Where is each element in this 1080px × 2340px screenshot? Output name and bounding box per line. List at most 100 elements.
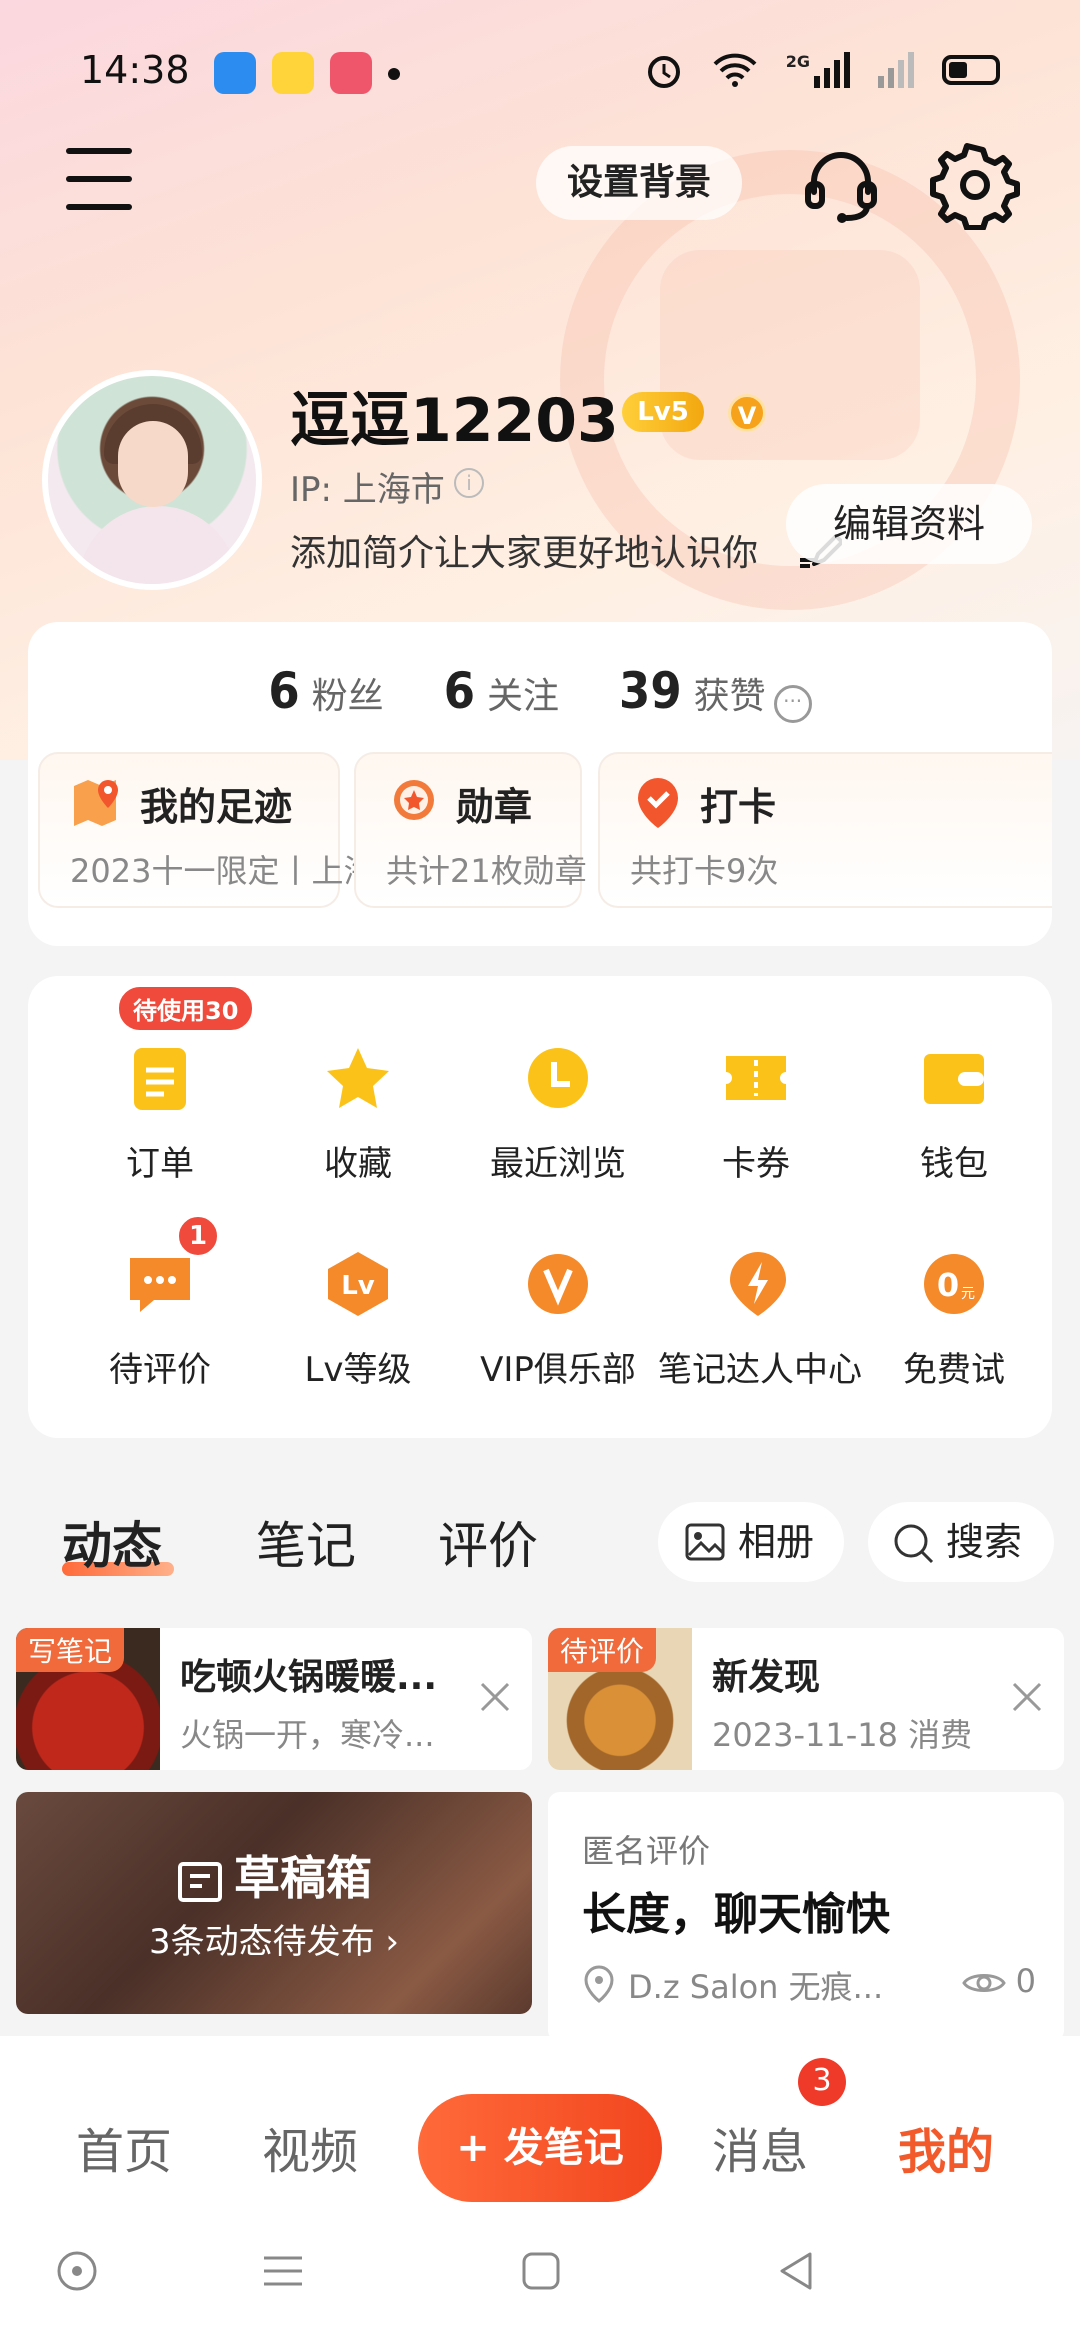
vip-club-item[interactable]: VIP俱乐部 [458,1248,658,1391]
favorites-item[interactable]: 收藏 [258,1042,458,1185]
nav-home[interactable]: 首页 [76,2112,172,2182]
level-label: Lv等级 [304,1350,412,1390]
map-pin-icon [74,780,118,826]
svg-text:元: 元 [961,1286,975,1302]
review-views: 0 [961,1962,1036,2000]
vip-badge[interactable]: V [728,394,766,432]
browser-app-icon [214,52,256,94]
messages-badge: 3 [798,2058,846,2106]
likes-stat[interactable]: 39 获赞 ··· [619,662,812,723]
wallet-item[interactable]: 钱包 [854,1042,1054,1185]
free-trial-item[interactable]: 0元 免费试 [854,1248,1054,1391]
svg-text:0: 0 [937,1266,959,1304]
recent-item[interactable]: 最近浏览 [458,1042,658,1185]
album-label: 相册 [738,1520,815,1564]
checkin-card[interactable]: 打卡 共打卡9次 [598,752,1052,908]
feed-item2-sub: 2023-11-18 消费 [712,1716,973,1754]
bio-text[interactable]: 添加简介让大家更好地认识你 [290,524,758,576]
ip-location: IP: 上海市 [290,470,445,510]
write-note-tag: 写笔记 [16,1628,125,1672]
review-title: 长度，聊天愉快 [582,1889,890,1940]
search-icon [894,1524,934,1564]
to-review-item[interactable]: 待评价 1 [60,1214,260,1391]
to-review-label: 待评价 [109,1350,211,1390]
more-icon[interactable]: ··· [773,684,812,723]
bottom-navigation: 首页 视频 + 发笔记 消息 3 我的 [0,2036,1080,2340]
close-icon[interactable] [478,1680,512,1714]
drafts-card[interactable]: 草稿箱 3条动态待发布 › [16,1792,532,2014]
search-label: 搜索 [946,1520,1023,1564]
nav-mine[interactable]: 我的 [898,2112,994,2182]
mascot-decoration-face [660,250,920,460]
medals-sub: 共计21枚勋章 [386,852,587,890]
level-item[interactable]: Lv Lv等级 [258,1248,458,1391]
orders-badge: 待使用30 [116,984,256,1033]
battery-icon [942,55,1000,85]
search-button[interactable]: 搜索 [868,1502,1054,1582]
recent-clock-icon [528,1048,588,1108]
anonymous-review-card[interactable]: 匿名评价 长度，聊天愉快 D.z Salon 无痕... 0 [548,1792,1064,2042]
free-trial-label: 免费试 [903,1350,1005,1390]
drafts-box-icon [178,1861,222,1902]
star-icon [327,1048,389,1108]
following-stat[interactable]: 6 关注 [444,662,559,720]
tab-notes[interactable]: 笔记 [256,1506,356,1578]
menu-button[interactable] [66,148,132,212]
set-background-button[interactable]: 设置背景 [536,146,742,220]
note-expert-item[interactable]: 笔记达人中心 [658,1248,862,1391]
edit-profile-button[interactable]: 编辑资料 [786,484,1032,564]
wifi-icon [713,53,757,87]
close-icon[interactable] [1010,1680,1044,1714]
tab-dynamic[interactable]: 动态 [62,1506,162,1578]
system-home-icon[interactable] [516,2246,566,2296]
zero-yuan-icon: 0元 [924,1254,984,1314]
drafts-title: 草稿箱 [234,1851,372,1905]
drafts-sub: 3条动态待发布 [148,1922,375,1962]
customer-service-icon[interactable] [796,140,886,230]
pending-review-item[interactable]: 待评价 新发现 2023-11-18 消费 [548,1628,1064,1770]
location-pin-icon [584,1965,614,2003]
status-bar: 14:38 2G [0,40,1080,110]
write-note-item[interactable]: 写笔记 吃顿火锅暖暖... 火锅一开，寒冷... [16,1628,532,1770]
nav-messages[interactable]: 消息 [712,2112,808,2182]
wallet-label: 钱包 [920,1144,988,1184]
following-count: 6 [443,662,475,720]
feed-item1-title: 吃顿火锅暖暖... [180,1657,438,1698]
medals-title: 勋章 [456,785,533,829]
fans-stat[interactable]: 6 粉丝 [268,662,383,720]
status-time: 14:38 [80,48,190,92]
footprint-card[interactable]: 我的足迹 2023十一限定丨上海记忆 [38,752,439,908]
coupons-item[interactable]: 卡券 [656,1042,856,1185]
settings-gear-icon[interactable] [930,140,1020,230]
orders-item[interactable]: 订单 待使用30 [60,984,260,1185]
post-note-button[interactable]: + 发笔记 [418,2094,662,2202]
feed-item1-sub: 火锅一开，寒冷... [180,1716,435,1754]
checkin-pin-icon [638,778,678,828]
system-back-icon[interactable] [772,2246,822,2296]
orders-label: 订单 [126,1144,194,1184]
pending-review-tag: 待评价 [548,1628,657,1672]
following-label: 关注 [487,676,560,717]
level-badge[interactable]: Lv5 [622,392,704,432]
signal-icon-2 [878,52,914,88]
medal-icon [394,780,434,820]
alarm-icon [647,56,680,88]
eye-icon [961,1974,1006,1992]
comment-icon [130,1258,190,1312]
system-assistant-icon[interactable] [52,2246,102,2296]
avatar[interactable] [42,370,262,590]
album-button[interactable]: 相册 [658,1502,844,1582]
level-hexagon-icon: Lv [328,1252,388,1316]
medals-card[interactable]: 勋章 共计21枚勋章 [354,752,587,908]
info-icon[interactable]: i [454,468,484,498]
to-review-badge: 1 [176,1214,220,1258]
drafts-sub-row: 3条动态待发布 › [16,1914,532,1963]
review-views-count: 0 [1015,1962,1036,2000]
image-icon [685,1523,725,1561]
tab-reviews[interactable]: 评价 [438,1506,538,1578]
feed-item2-title: 新发现 [712,1657,821,1698]
nav-video[interactable]: 视频 [262,2112,358,2182]
music-app-icon [330,52,372,94]
stats-card: 6 粉丝 6 关注 39 获赞 ··· 我的足迹 2023十一限定丨上海记忆 勋章 共计… [28,622,1052,946]
system-menu-icon[interactable] [258,2246,308,2296]
